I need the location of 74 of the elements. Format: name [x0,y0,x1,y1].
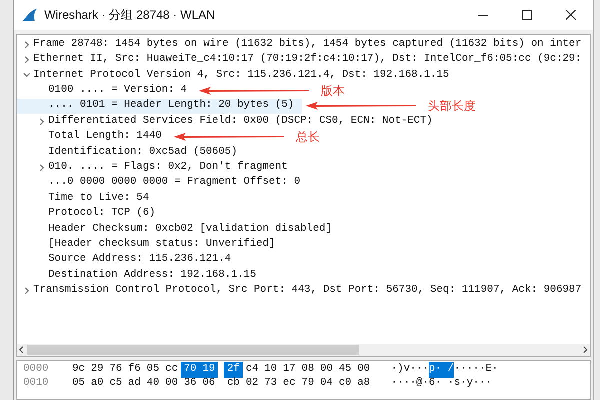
annotation-label: 总长 [296,129,320,146]
hex-byte[interactable]: 02 [242,376,262,392]
tree-row-text: 0100 .... = Version: 4 [48,83,188,98]
hex-byte[interactable]: a8 [354,376,374,392]
ascii-text[interactable]: ····@·6· ·s·y··· [391,376,492,392]
tree-row-text: ...0 0000 0000 0000 = Fragment Offset: 0 [48,175,301,190]
maximize-icon[interactable] [522,10,532,20]
ascii-text[interactable]: p· / [429,362,454,378]
tree-row[interactable]: ...0 0000 0000 0000 = Fragment Offset: 0 [17,176,309,191]
hex-byte[interactable]: 17 [280,362,299,378]
ascii-text[interactable]: ·)v··· [391,362,430,378]
hex-byte[interactable]: 00 [162,376,182,392]
tree-row-text: 010. .... = Flags: 0x2, Don't fragment [48,160,288,175]
hex-byte[interactable]: c4 [242,362,262,378]
hex-byte[interactable]: 19 [200,362,218,378]
shark-fin-icon [22,8,38,22]
chevron-right-icon[interactable] [38,164,46,172]
tree-row[interactable]: 010. .... = Flags: 0x2, Don't fragment [17,160,296,176]
hex-byte[interactable]: 05 [144,362,163,378]
hex-byte[interactable]: 73 [262,376,280,392]
hex-byte[interactable]: a0 [88,376,107,392]
tree-row[interactable]: Destination Address: 192.168.1.15 [17,268,264,284]
hex-byte[interactable]: 9c [69,362,88,378]
hex-offset: 0010 [23,376,50,392]
hex-byte[interactable]: 00 [354,362,374,378]
chevron-down-icon[interactable] [22,71,31,80]
hex-byte[interactable]: 00 [317,362,336,378]
annotation-label: 头部长度 [428,98,476,115]
hex-byte[interactable]: 05 [69,376,88,392]
hex-byte[interactable]: 08 [298,362,318,378]
hex-byte[interactable]: ad [125,376,144,392]
tree-row-text: Protocol: TCP (6) [48,206,156,222]
tree-row[interactable]: Protocol: TCP (6) [17,206,164,222]
tree-row[interactable]: 0100 .... = Version: 4 [17,83,196,99]
tree-row[interactable]: [Header checksum status: Unverified] [17,237,284,252]
window-title: Wireshark · 分组 28748 · WLAN [44,7,216,24]
tree-row-text: Time to Live: 54 [48,190,150,206]
scrollbar-thumb[interactable] [27,345,359,355]
hex-byte[interactable]: cb [224,376,243,392]
tree-row-text: [Header checksum status: Unverified] [48,236,276,252]
hex-byte[interactable]: 76 [106,362,126,378]
hex-byte[interactable]: 45 [336,362,355,378]
tree-row-text: Source Address: 115.236.121.4 [48,252,232,268]
minimize-icon[interactable] [478,14,488,16]
chevron-right-icon[interactable] [38,118,46,126]
hex-byte[interactable]: 79 [298,376,318,392]
hex-byte[interactable]: 36 [181,376,200,392]
hex-byte[interactable]: ec [280,376,299,392]
hex-byte[interactable]: 29 [88,362,107,378]
hex-offset: 0000 [23,362,50,378]
tree-row[interactable]: .... 0101 = Header Length: 20 bytes (5) [17,98,302,114]
tree-row[interactable]: Time to Live: 54 [17,190,158,206]
tree-row-text: Identification: 0xc5ad (50605) [48,144,238,160]
hex-byte[interactable]: c0 [336,376,355,392]
hex-byte[interactable]: 06 [200,376,218,392]
hex-byte[interactable]: c5 [106,376,126,392]
annotation-label: 版本 [321,82,346,100]
hex-byte[interactable]: 2f [224,362,243,378]
tree-row[interactable]: Total Length: 1440 [17,129,170,145]
hex-byte[interactable]: 04 [317,376,336,392]
tree-row-text: Total Length: 1440 [48,129,162,144]
tree-row-text: Destination Address: 192.168.1.15 [48,268,256,283]
tree-row-text: .... 0101 = Header Length: 20 bytes (5) [48,98,294,114]
chevron-right-icon[interactable] [22,286,31,295]
ascii-text[interactable]: ·····E· [454,362,498,378]
hex-byte[interactable]: f6 [125,362,144,378]
horizontal-scrollbar[interactable] [17,344,590,356]
tree-row[interactable]: Identification: 0xc5ad (50605) [17,144,246,160]
hex-byte[interactable]: cc [162,362,182,378]
close-icon[interactable] [566,10,576,20]
tree-row[interactable]: Source Address: 115.236.121.4 [17,252,240,268]
hex-byte[interactable]: 40 [144,376,163,392]
hex-byte[interactable]: 10 [262,362,280,378]
hex-byte[interactable]: 70 [181,362,200,378]
